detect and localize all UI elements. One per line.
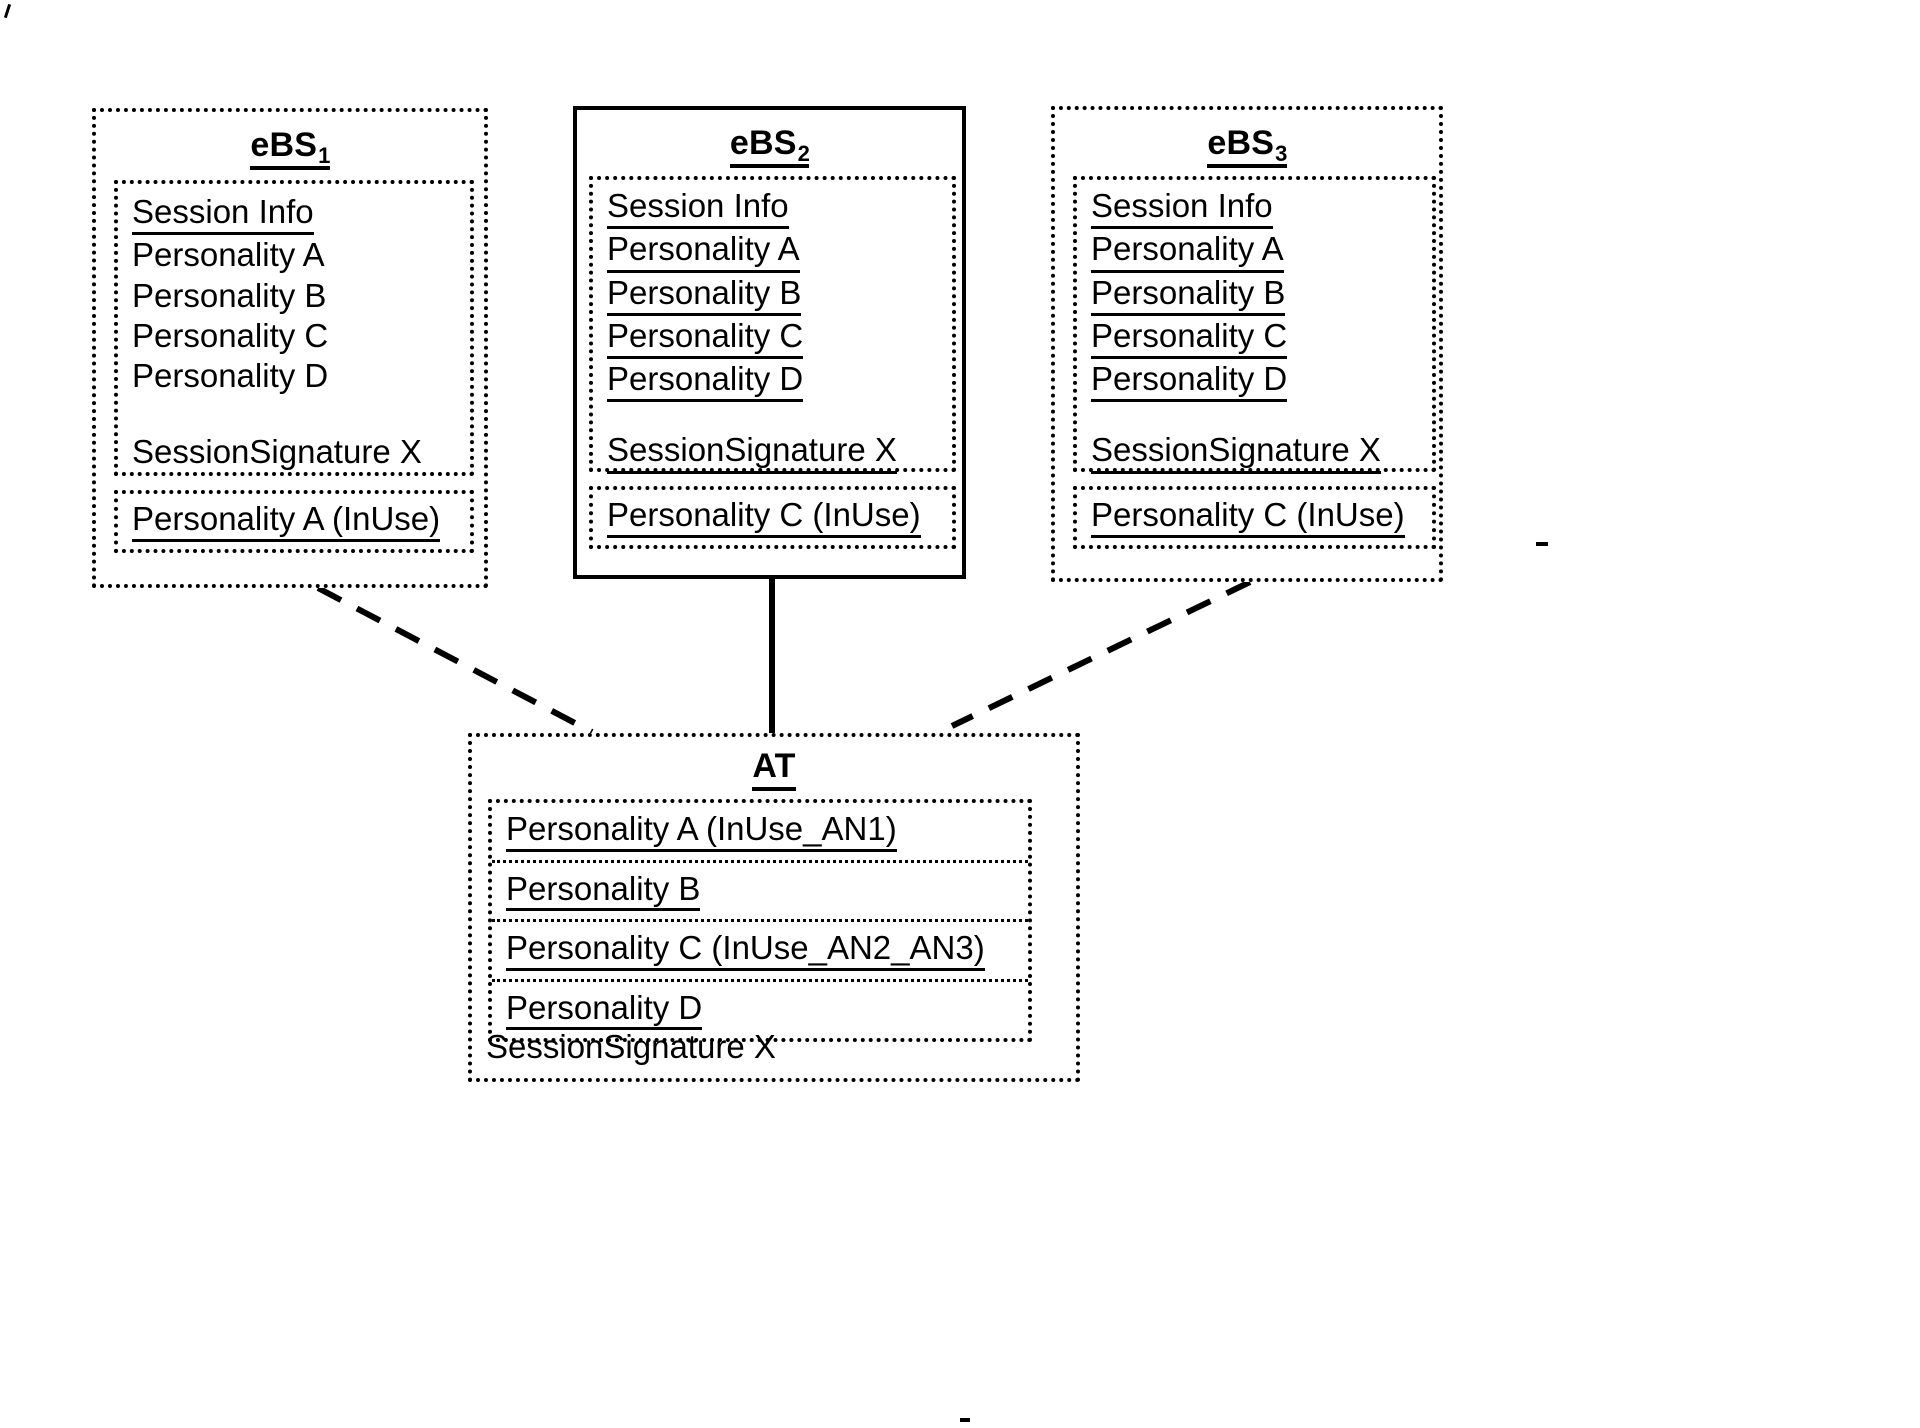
- node-ebs2-inuse-row: Personality C (InUse): [593, 495, 952, 539]
- node-at-signature-text: SessionSignature X: [486, 1028, 776, 1065]
- node-at-row-0-text: Personality A (InUse_AN1): [506, 809, 897, 852]
- node-ebs2-title-subscript: 2: [797, 141, 811, 166]
- node-at-row-1-text: Personality B: [506, 869, 701, 912]
- node-ebs1-item-1-text: Personality B: [132, 276, 327, 314]
- node-ebs3-signature: SessionSignature X: [1077, 430, 1432, 474]
- node-ebs2-item-1: Personality B: [593, 273, 952, 316]
- node-at-signature: SessionSignature X: [472, 1013, 776, 1067]
- node-ebs2-item-2-text: Personality C: [607, 316, 804, 359]
- node-ebs3-inuse-row: Personality C (InUse): [1077, 495, 1432, 539]
- node-ebs2-section-header-text: Session Info: [607, 186, 789, 230]
- node-ebs3-item-1: Personality B: [1077, 273, 1432, 316]
- node-ebs3-item-0: Personality A: [1077, 229, 1432, 273]
- node-at-row-1[interactable]: Personality B: [492, 863, 1028, 923]
- node-ebs2-session-panel: Session Info Personality A Personality B…: [589, 176, 956, 474]
- node-ebs3-signature-text: SessionSignature X: [1091, 430, 1381, 474]
- node-at-row-2-text: Personality C (InUse_AN2_AN3): [506, 928, 985, 971]
- node-ebs2-title: eBS2: [577, 110, 962, 176]
- node-ebs3-session-panel: Session Info Personality A Personality B…: [1073, 176, 1436, 474]
- node-at-personality-list: Personality A (InUse_AN1) Personality B …: [488, 799, 1032, 1043]
- node-ebs2-item-3: Personality D: [593, 359, 952, 403]
- node-ebs1-signature: SessionSignature X: [118, 432, 470, 472]
- node-ebs1-section-header: Session Info: [118, 192, 470, 236]
- connector-ebs1-at: [316, 585, 594, 735]
- node-ebs3-inuse-strip[interactable]: Personality C (InUse): [1073, 486, 1436, 550]
- node-ebs2-item-3-text: Personality D: [607, 359, 804, 403]
- scan-speck-bottom: [960, 1418, 970, 1422]
- node-ebs1-section-header-text: Session Info: [132, 192, 314, 236]
- node-ebs2-inuse-text: Personality C (InUse): [607, 495, 921, 539]
- node-ebs3[interactable]: eBS3 Session Info Personality A Personal…: [1051, 106, 1443, 582]
- node-ebs1[interactable]: eBS1 Session Info Personality A Personal…: [92, 108, 488, 588]
- node-ebs2-section-header: Session Info: [593, 186, 952, 230]
- node-ebs2-item-0-text: Personality A: [607, 229, 800, 273]
- node-ebs1-item-0: Personality A: [118, 235, 470, 275]
- node-ebs3-item-3: Personality D: [1077, 359, 1432, 403]
- node-ebs2-signature: SessionSignature X: [593, 430, 952, 474]
- node-ebs1-item-3: Personality D: [118, 356, 470, 396]
- node-at-row-0[interactable]: Personality A (InUse_AN1): [492, 803, 1028, 863]
- scan-speck-top-left: [3, 3, 12, 19]
- node-ebs3-item-1-text: Personality B: [1091, 273, 1286, 316]
- node-ebs2-item-0: Personality A: [593, 229, 952, 273]
- node-ebs2-title-text: eBS: [729, 124, 797, 162]
- node-ebs1-item-2: Personality C: [118, 316, 470, 356]
- node-ebs1-title: eBS1: [96, 112, 484, 178]
- node-ebs1-inuse-strip[interactable]: Personality A (InUse): [114, 490, 474, 554]
- node-at-title: AT: [472, 737, 1076, 799]
- node-ebs3-title-text: eBS: [1207, 124, 1275, 162]
- node-ebs1-title-subscript: 1: [318, 143, 331, 168]
- node-ebs3-item-3-text: Personality D: [1091, 359, 1288, 403]
- node-ebs1-item-2-text: Personality C: [132, 316, 329, 354]
- node-ebs2-item-1-text: Personality B: [607, 273, 802, 316]
- node-ebs3-item-2-text: Personality C: [1091, 316, 1288, 359]
- node-ebs1-inuse-text: Personality A (InUse): [132, 499, 441, 543]
- node-ebs1-session-panel: Session Info Personality A Personality B…: [114, 180, 474, 476]
- node-ebs2[interactable]: eBS2 Session Info Personality A Personal…: [573, 106, 966, 579]
- node-ebs1-inuse-row: Personality A (InUse): [118, 499, 470, 543]
- node-ebs3-section-header-text: Session Info: [1091, 186, 1273, 230]
- diagram-canvas: eBS1 Session Info Personality A Personal…: [0, 0, 1920, 1428]
- node-ebs2-inuse-strip[interactable]: Personality C (InUse): [589, 486, 956, 550]
- node-ebs1-gap: [118, 396, 470, 432]
- node-ebs3-title: eBS3: [1055, 110, 1439, 176]
- node-ebs3-item-0-text: Personality A: [1091, 229, 1284, 273]
- node-ebs2-gap: [593, 402, 952, 430]
- node-ebs1-signature-text: SessionSignature X: [132, 433, 422, 471]
- node-ebs1-item-3-text: Personality D: [132, 357, 329, 394]
- node-ebs3-item-2: Personality C: [1077, 316, 1432, 359]
- node-ebs3-section-header: Session Info: [1077, 186, 1432, 230]
- node-ebs1-title-text: eBS: [250, 126, 318, 164]
- node-at[interactable]: AT Personality A (InUse_AN1) Personality…: [468, 733, 1080, 1082]
- node-ebs2-signature-text: SessionSignature X: [607, 430, 897, 474]
- connector-ebs3-at: [950, 579, 1252, 729]
- node-at-title-text: AT: [752, 747, 796, 791]
- node-ebs3-title-subscript: 3: [1275, 141, 1288, 166]
- node-ebs1-item-1: Personality B: [118, 276, 470, 316]
- node-ebs2-item-2: Personality C: [593, 316, 952, 359]
- node-ebs1-item-0-text: Personality A: [132, 236, 325, 274]
- scan-speck-right: [1536, 542, 1548, 546]
- node-ebs3-gap: [1077, 402, 1432, 430]
- node-ebs3-inuse-text: Personality C (InUse): [1091, 495, 1405, 539]
- node-at-row-2[interactable]: Personality C (InUse_AN2_AN3): [492, 922, 1028, 982]
